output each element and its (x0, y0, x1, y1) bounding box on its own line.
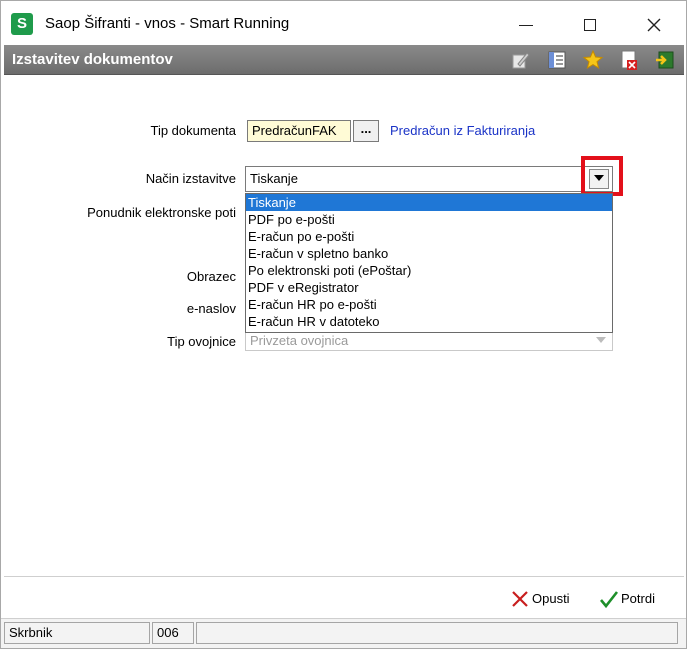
list-icon (548, 51, 566, 69)
tip-ovojnice-label: Tip ovojnice (167, 334, 236, 349)
option-item[interactable]: Po elektronski poti (ePoštar) (246, 262, 612, 279)
star-icon (582, 49, 604, 70)
checkmark-icon (600, 591, 619, 609)
option-item[interactable]: E-račun HR po e-pošti (246, 296, 612, 313)
confirm-label: Potrdi (621, 591, 655, 606)
highlight-box (581, 156, 623, 196)
close-icon (647, 18, 661, 32)
exit-icon (656, 51, 674, 69)
form-header: Izstavitev dokumentov (4, 45, 684, 75)
option-item[interactable]: PDF po e-pošti (246, 211, 612, 228)
list-button[interactable] (546, 49, 568, 71)
option-item[interactable]: E-račun po e-pošti (246, 228, 612, 245)
tip-dokumenta-browse-button[interactable]: ... (353, 120, 379, 142)
tip-dokumenta-field[interactable]: PredračunFAK (247, 120, 351, 142)
delete-button[interactable] (618, 49, 640, 71)
option-item[interactable]: Tiskanje (246, 194, 612, 211)
e-naslov-label: e-naslov (186, 301, 236, 316)
edit-icon (512, 52, 530, 69)
status-code: 006 (152, 622, 194, 644)
status-user: Skrbnik (4, 622, 150, 644)
minimize-icon (519, 24, 533, 26)
option-item[interactable]: E-račun HR v datoteko (246, 313, 612, 330)
tip-dokumenta-description: Predračun iz Fakturiranja (390, 123, 536, 138)
form-title: Izstavitev dokumentov (12, 51, 173, 68)
exit-button[interactable] (654, 49, 676, 71)
tip-dokumenta-label: Tip dokumenta (150, 123, 236, 138)
nacin-izstavitve-select[interactable]: Tiskanje (245, 166, 613, 192)
nacin-izstavitve-label: Način izstavitve (145, 171, 236, 186)
minimize-button[interactable] (503, 9, 549, 39)
status-bar: Skrbnik 006 (1, 618, 686, 648)
tip-ovojnice-dropdown-button[interactable] (591, 332, 611, 350)
option-item[interactable]: PDF v eRegistrator (246, 279, 612, 296)
app-logo-icon: S (11, 13, 33, 35)
status-message (196, 622, 678, 644)
window-title: Saop Šifranti - vnos - Smart Running (45, 15, 290, 32)
delete-icon (621, 50, 637, 70)
maximize-button[interactable] (567, 9, 613, 39)
ponudnik-label: Ponudnik elektronske poti (87, 205, 236, 220)
confirm-button[interactable]: Potrdi (599, 588, 655, 610)
nacin-izstavitve-options-list: Tiskanje PDF po e-pošti E-račun po e-poš… (245, 193, 613, 333)
application-window: S Saop Šifranti - vnos - Smart Running I… (0, 0, 687, 649)
tip-ovojnice-select[interactable]: Privzeta ovojnica (245, 331, 613, 351)
option-item[interactable]: E-račun v spletno banko (246, 245, 612, 262)
cancel-button[interactable]: Opusti (510, 588, 570, 610)
edit-button[interactable] (510, 49, 532, 71)
bottom-separator (4, 576, 684, 577)
title-bar: S Saop Šifranti - vnos - Smart Running (1, 1, 686, 45)
cancel-x-icon (512, 591, 528, 607)
close-button[interactable] (631, 9, 677, 39)
favorite-button[interactable] (582, 49, 604, 71)
cancel-label: Opusti (532, 591, 570, 606)
chevron-down-icon (596, 337, 606, 344)
obrazec-label: Obrazec (186, 269, 236, 284)
maximize-icon (584, 19, 596, 32)
